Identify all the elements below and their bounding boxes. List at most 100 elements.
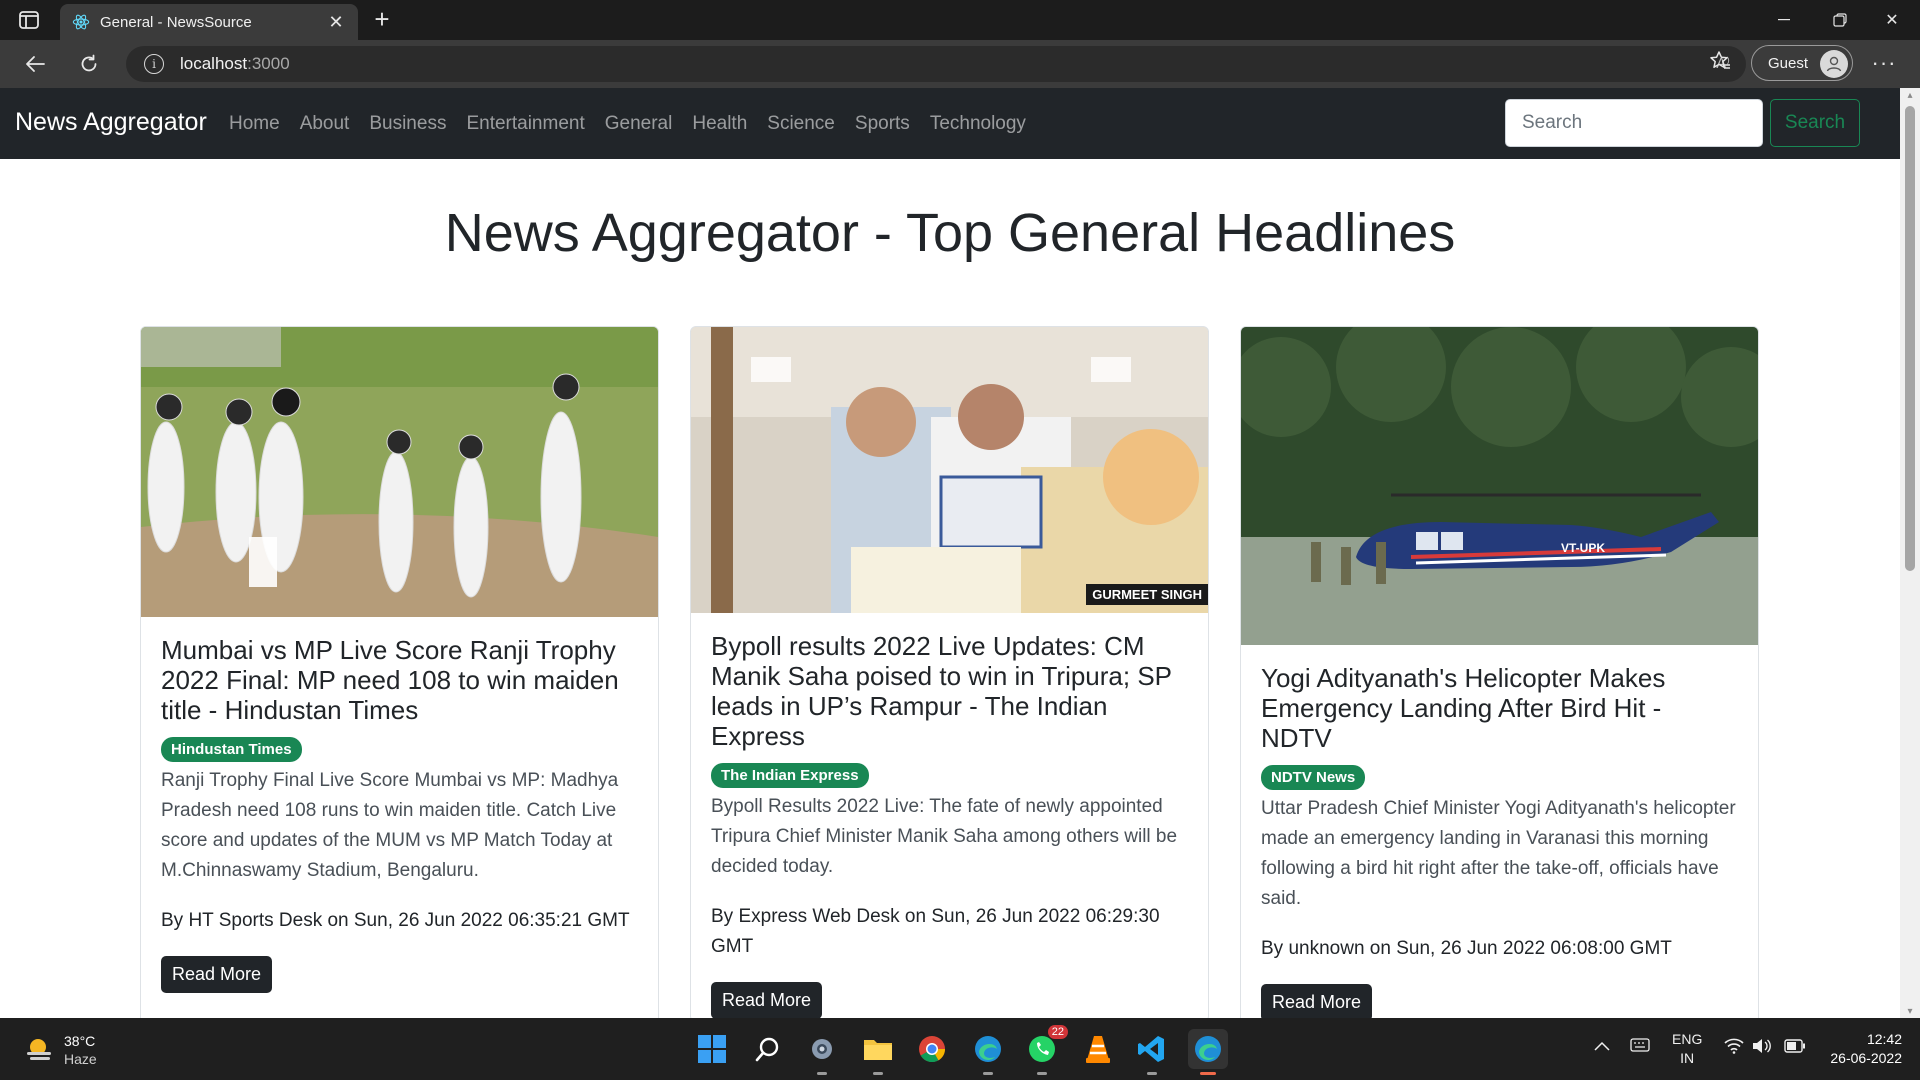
windows-start-icon[interactable] [692,1029,732,1069]
clock-time: 12:42 [1866,1031,1902,1047]
language-indicator[interactable]: ENG IN [1672,1030,1702,1068]
avatar [1820,50,1848,78]
refresh-icon[interactable] [72,48,106,80]
close-window-icon[interactable]: ✕ [1864,0,1920,40]
card-meta: By HT Sports Desk on Sun, 26 Jun 2022 06… [161,910,630,931]
keyboard-icon[interactable] [1630,1038,1650,1055]
site-info-icon[interactable]: i [144,54,164,74]
active-window-indicator [1200,1072,1216,1075]
running-indicator [983,1072,993,1075]
source-badge: The Indian Express [711,763,869,788]
edge-browser-icon[interactable] [968,1029,1008,1075]
url-port: :3000 [247,54,290,73]
news-image-cricket [141,327,658,617]
card-description: Bypoll Results 2022 Live: The fate of ne… [711,796,1178,877]
news-image-bypoll: GURMEET SINGH [691,327,1208,613]
search-icon[interactable] [748,1029,788,1069]
image-credit: GURMEET SINGH [1086,584,1208,605]
nav-link-technology[interactable]: Technology [930,113,1026,135]
whatsapp-icon[interactable]: 22 [1022,1025,1068,1075]
navbar-brand[interactable]: News Aggregator [15,108,207,137]
profile-label: Guest [1768,54,1809,72]
search-input[interactable] [1505,99,1763,147]
nav-links: Home About Business Entertainment Genera… [229,113,1046,135]
react-favicon-icon [72,13,90,31]
news-card-3: VT-UPK Yogi Adityanath's Helicopter Make… [1240,326,1759,1018]
tab-close-icon[interactable]: ✕ [326,12,346,33]
card-description: Uttar Pradesh Chief Minister Yogi Aditya… [1261,798,1736,909]
region-code: IN [1680,1050,1695,1066]
page-viewport: News Aggregator Home About Business Ente… [0,88,1920,1018]
vscode-icon[interactable] [1132,1029,1172,1075]
nav-link-about[interactable]: About [300,113,350,135]
restore-icon[interactable] [1812,0,1868,40]
site-navbar: News Aggregator Home About Business Ente… [0,88,1900,159]
page-title: News Aggregator - Top General Headlines [444,203,1456,263]
minimize-icon[interactable] [1756,0,1812,40]
back-arrow-icon[interactable] [18,48,52,80]
running-indicator [873,1072,883,1075]
card-title: Yogi Adityanath's Helicopter Makes Emerg… [1261,663,1666,753]
weather-condition: Haze [64,1051,97,1067]
card-body: Bypoll results 2022 Live Updates: CM Man… [691,613,1208,1018]
new-tab-icon[interactable]: + [368,6,396,34]
notification-badge: 22 [1047,1025,1068,1039]
scrollbar-thumb[interactable] [1905,106,1915,571]
favorites-icon[interactable] [1706,50,1734,78]
nav-link-general[interactable]: General [605,113,673,135]
profile-button[interactable]: Guest [1751,45,1853,81]
weather-haze-icon [27,1039,51,1060]
scroll-up-icon[interactable]: ▴ [1905,90,1915,101]
card-title: Mumbai vs MP Live Score Ranji Trophy 202… [161,635,619,725]
file-explorer-icon[interactable] [858,1029,898,1075]
search-button[interactable]: Search [1770,99,1860,147]
card-meta: By unknown on Sun, 26 Jun 2022 06:08:00 … [1261,938,1672,959]
nav-link-sports[interactable]: Sports [855,113,910,135]
read-more-button[interactable]: Read More [711,982,823,1018]
card-meta: By Express Web Desk on Sun, 26 Jun 2022 … [711,906,1160,957]
running-indicator [817,1072,827,1075]
nav-link-home[interactable]: Home [229,113,280,135]
settings-gear-icon[interactable] [802,1029,842,1075]
news-card-1: Mumbai vs MP Live Score Ranji Trophy 202… [140,326,659,1018]
system-clock[interactable]: 12:42 26-06-2022 [1822,1030,1902,1068]
windows-taskbar: 38°C Haze 22 ENG IN 12:42 26-06-2022 [0,1018,1920,1080]
card-description: Ranji Trophy Final Live Score Mumbai vs … [161,770,619,881]
more-options-icon[interactable]: ··· [1868,50,1900,78]
url-field[interactable]: i localhost:3000 A⁾ [126,46,1746,82]
tab-title: General - NewsSource [100,13,252,31]
nav-link-science[interactable]: Science [767,113,835,135]
url-host: localhost [180,54,248,73]
language-code: ENG [1672,1031,1703,1047]
card-body: Yogi Adityanath's Helicopter Makes Emerg… [1241,645,1758,1018]
edge-active-window-icon[interactable] [1188,1029,1228,1075]
news-image-helicopter: VT-UPK [1241,327,1758,645]
read-more-button[interactable]: Read More [161,956,273,993]
volume-icon[interactable] [1752,1038,1772,1057]
wifi-icon[interactable] [1724,1038,1744,1057]
read-more-button[interactable]: Read More [1261,984,1373,1018]
running-indicator [1147,1072,1157,1075]
helicopter-registration: VT-UPK [1561,541,1605,555]
nav-link-health[interactable]: Health [692,113,747,135]
weather-temperature: 38°C [64,1033,96,1049]
browser-title-bar: General - NewsSource ✕ + ✕ [0,0,1920,40]
browser-tab-active[interactable]: General - NewsSource ✕ [60,4,358,40]
scroll-down-icon[interactable]: ▾ [1905,1006,1915,1017]
news-card-2: GURMEET SINGH Bypoll results 2022 Live U… [690,326,1209,1018]
running-indicator [1037,1072,1047,1075]
weather-widget[interactable]: 38°C Haze [24,1032,97,1068]
vlc-icon[interactable] [1078,1029,1118,1069]
clock-date: 26-06-2022 [1830,1050,1902,1066]
show-hidden-icons-icon[interactable] [1594,1038,1610,1054]
card-body: Mumbai vs MP Live Score Ranji Trophy 202… [141,617,658,993]
page-scrollbar[interactable]: ▴ ▾ [1900,88,1920,1018]
nav-link-business[interactable]: Business [369,113,446,135]
tab-actions-icon[interactable] [16,8,42,32]
nav-link-entertainment[interactable]: Entertainment [466,113,584,135]
source-badge: NDTV News [1261,765,1366,790]
address-bar: i localhost:3000 A⁾ Guest ··· [0,40,1920,88]
battery-icon[interactable] [1784,1039,1806,1056]
chrome-icon[interactable] [912,1029,952,1069]
source-badge: Hindustan Times [161,737,302,762]
